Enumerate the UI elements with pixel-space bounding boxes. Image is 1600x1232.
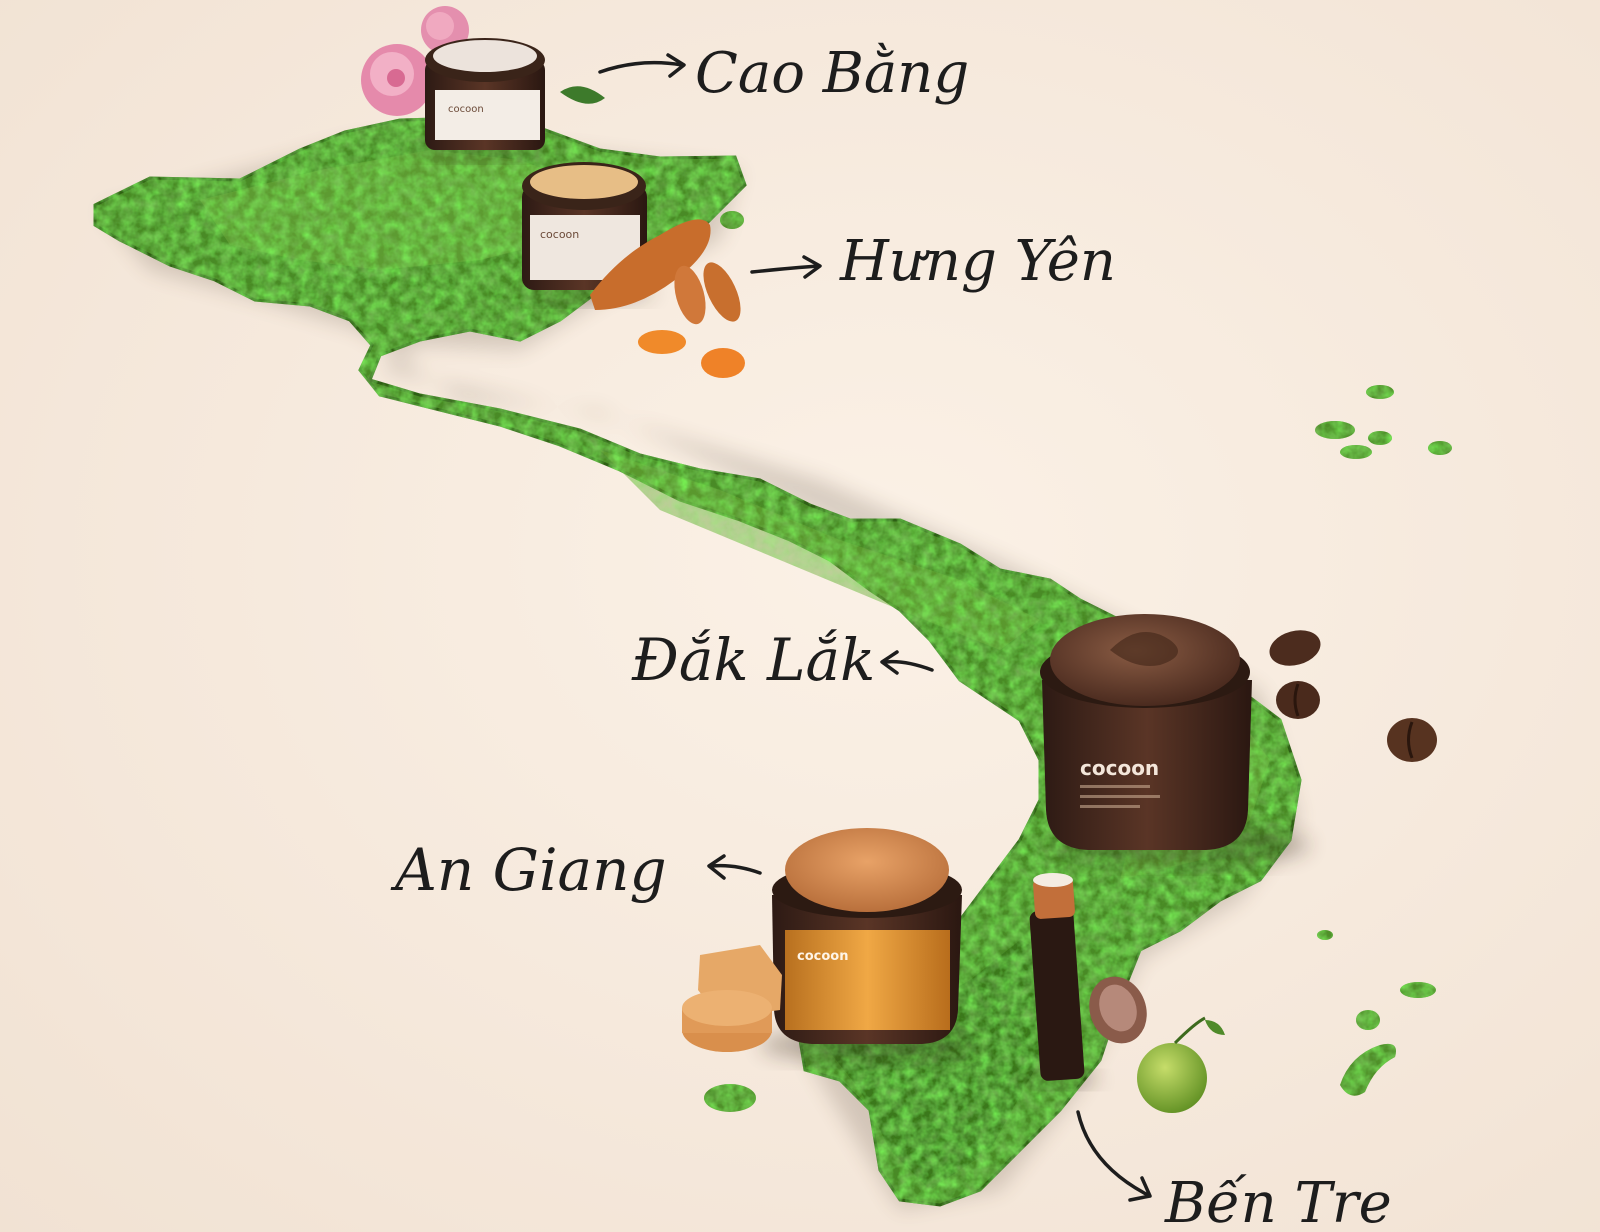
- label-dak-lak: Đắk Lắk: [631, 626, 875, 694]
- arrow-hung-yen-icon: [750, 255, 822, 279]
- dak-lak-product: cocoon: [1040, 614, 1437, 867]
- arrow-an-giang-icon: [707, 854, 762, 880]
- label-an-giang: An Giang: [390, 836, 667, 904]
- arrow-dak-lak-icon: [880, 650, 934, 675]
- jar-brand-label-4: cocoon: [797, 949, 848, 964]
- arrow-ben-tre-icon: [1076, 1110, 1152, 1202]
- vietnam-moss-map-scene: cocoon cocoon cocoon cocoon Cao Bằng Hưn…: [0, 0, 1600, 1232]
- an-giang-product: cocoon: [682, 828, 980, 1063]
- label-cao-bang: Cao Bằng: [695, 41, 969, 106]
- palm-sugar-cake-icon: [682, 945, 782, 1052]
- jar-brand-label-3: cocoon: [1080, 756, 1159, 780]
- jar-brand-label: cocoon: [448, 104, 484, 115]
- illustration: cocoon cocoon cocoon cocoon Cao Bằng Hưn…: [93, 6, 1452, 1232]
- arrow-cao-bang-icon: [598, 53, 686, 78]
- label-hung-yen: Hưng Yên: [839, 229, 1116, 294]
- jar-brand-label-2: cocoon: [540, 228, 579, 241]
- lime-fruit-icon: [1137, 1016, 1225, 1113]
- label-ben-tre: Bến Tre: [1164, 1171, 1392, 1232]
- coffee-bean-icon: [1269, 630, 1437, 762]
